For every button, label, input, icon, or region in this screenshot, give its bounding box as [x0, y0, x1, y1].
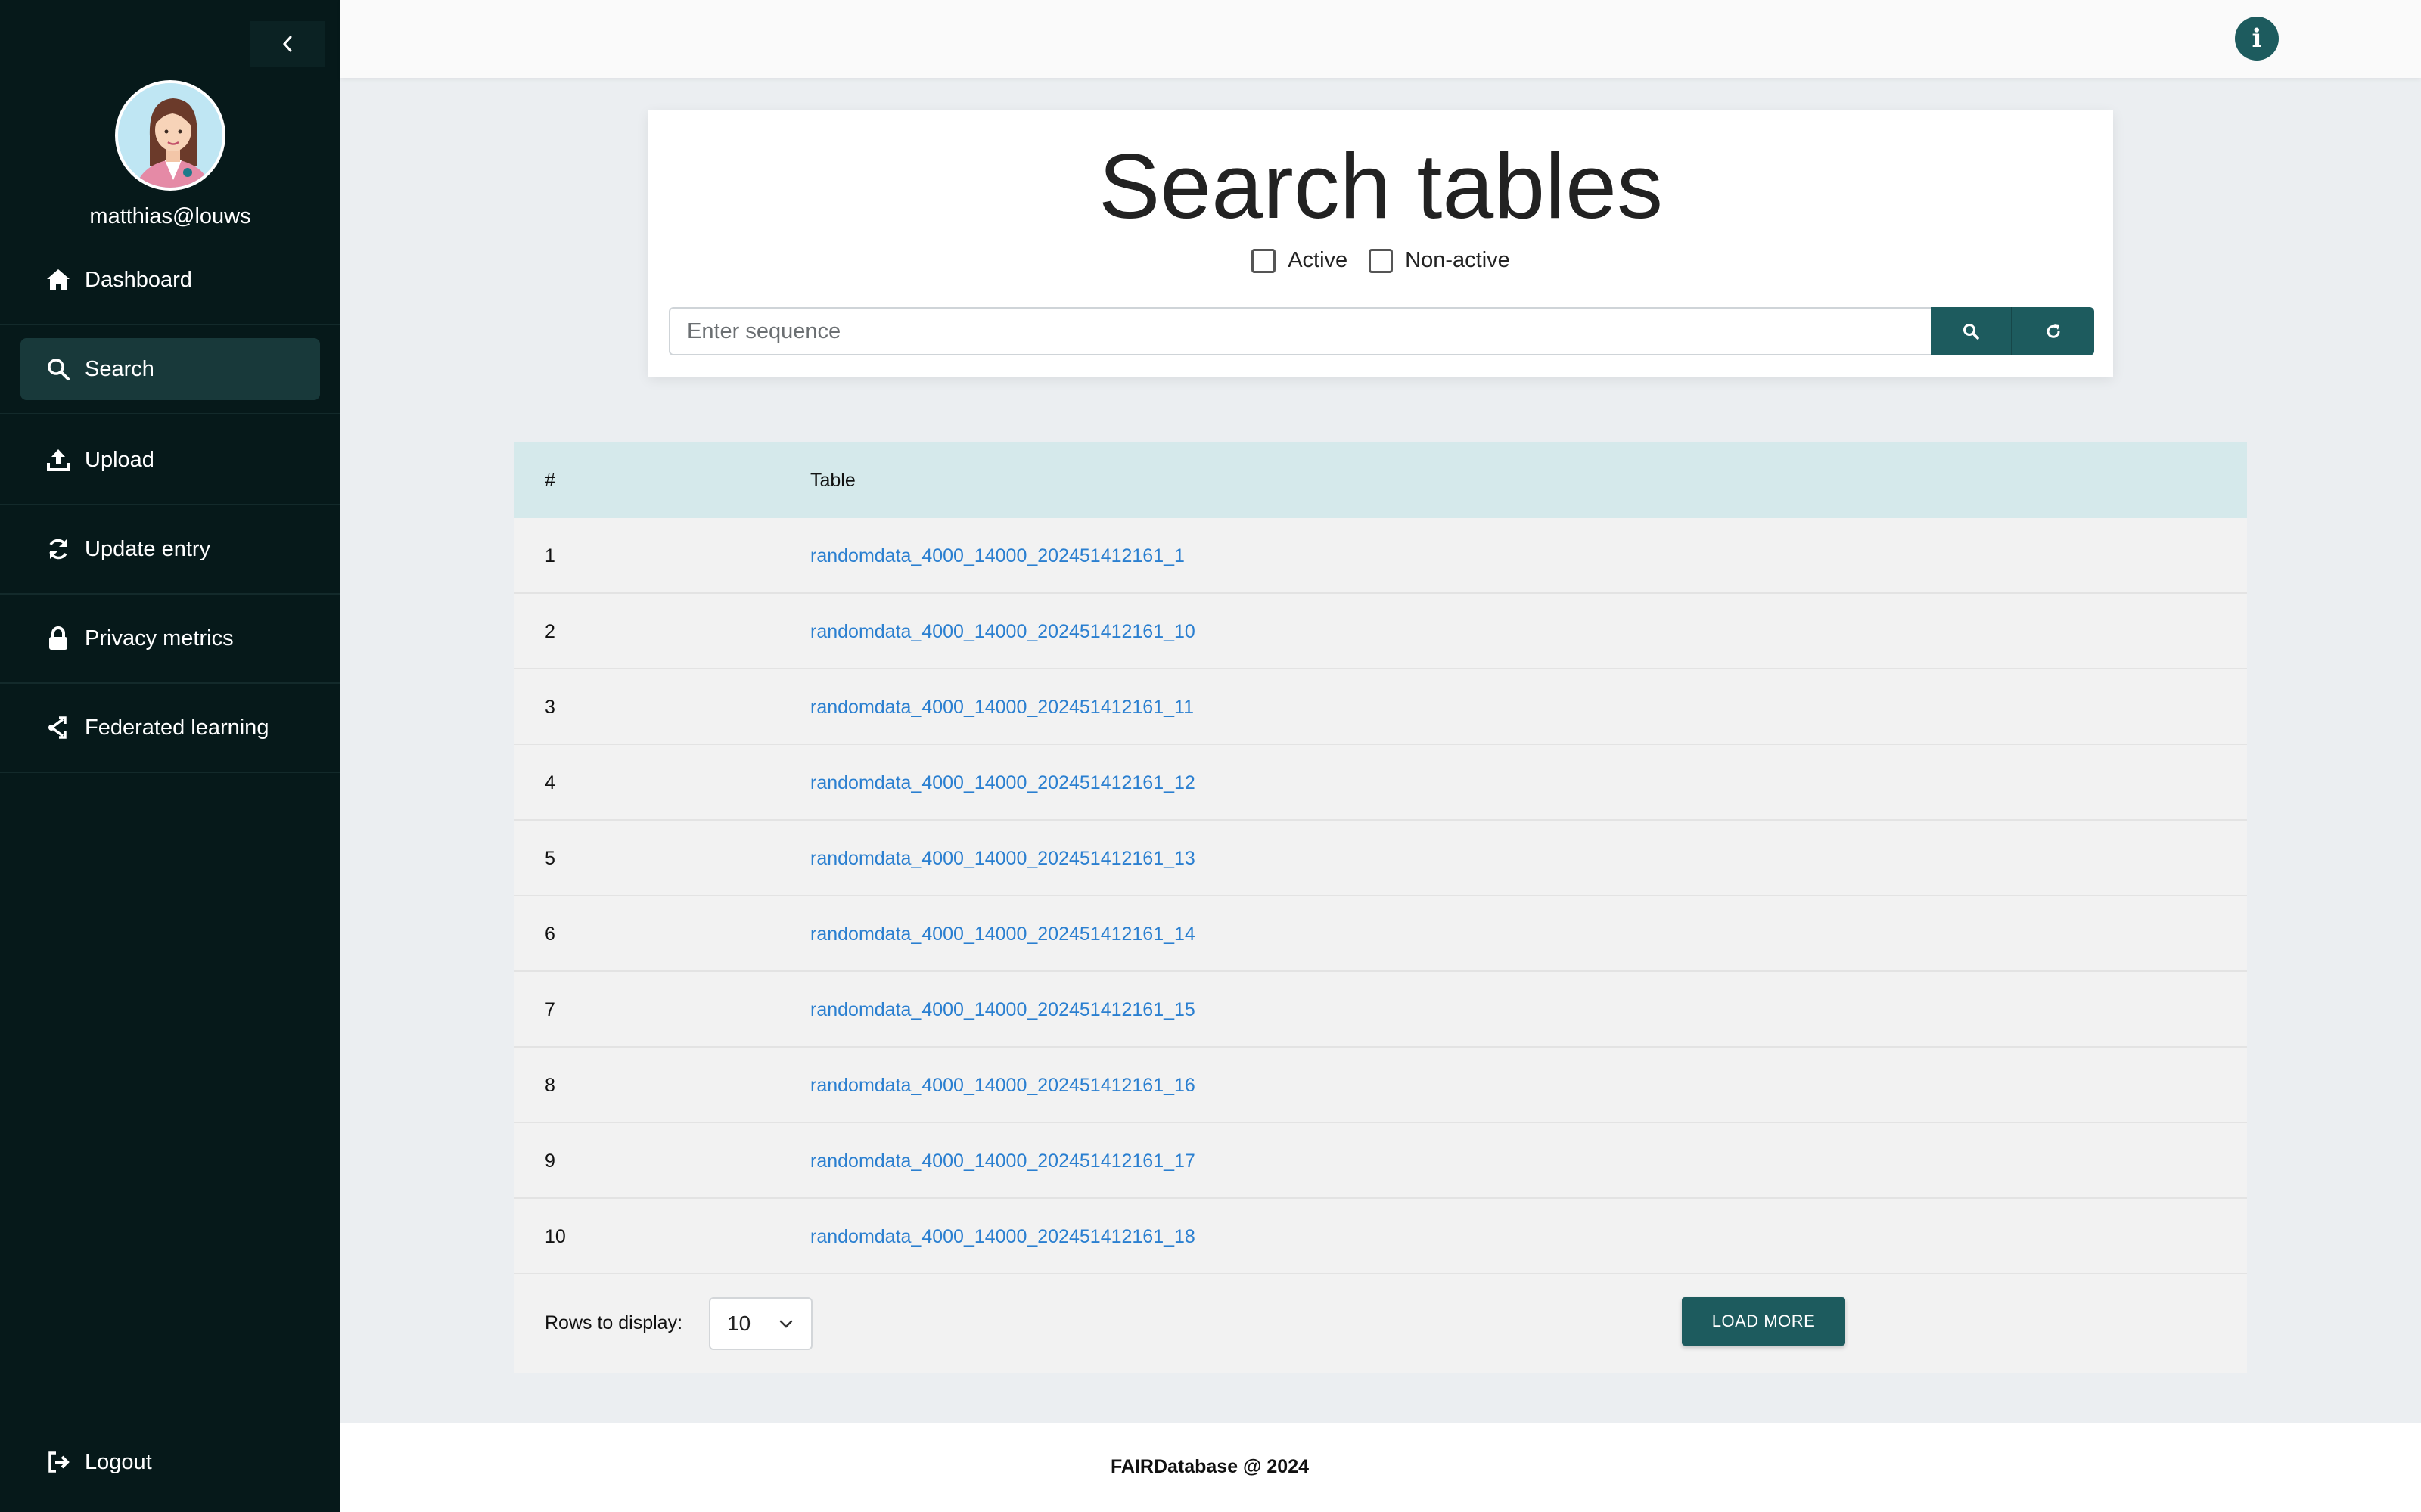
sidebar-item-label: Federated learning	[85, 715, 269, 740]
table-row: 7 randomdata_4000_14000_202451412161_15	[514, 972, 2247, 1048]
table-row: 9 randomdata_4000_14000_202451412161_17	[514, 1123, 2247, 1199]
active-checkbox-label: Active	[1288, 248, 1348, 272]
active-checkbox-box[interactable]	[1251, 248, 1276, 273]
column-header-table: Table	[810, 470, 856, 491]
table-row: 2 randomdata_4000_14000_202451412161_10	[514, 594, 2247, 669]
search-card: Search tables Active Non-active	[648, 110, 2113, 377]
table-header: # Table	[514, 442, 2247, 518]
table-link[interactable]: randomdata_4000_14000_202451412161_15	[810, 999, 1195, 1021]
table-row: 5 randomdata_4000_14000_202451412161_13	[514, 821, 2247, 896]
rows-to-display-value: 10	[727, 1312, 751, 1335]
table-footer: Rows to display: 10 LOAD MORE	[514, 1274, 2247, 1373]
row-number: 7	[545, 999, 555, 1020]
row-number: 4	[545, 772, 555, 793]
sidebar-item-privacy-metrics[interactable]: Privacy metrics	[0, 595, 340, 684]
table-row: 3 randomdata_4000_14000_202451412161_11	[514, 669, 2247, 745]
sidebar-item-federated-learning[interactable]: Federated learning	[0, 684, 340, 773]
page-footer: FAIRDatabase @ 2024	[340, 1423, 2421, 1512]
refresh-icon	[2047, 324, 2060, 338]
active-checkbox[interactable]: Active	[1251, 248, 1347, 273]
nonactive-checkbox[interactable]: Non-active	[1369, 248, 1510, 273]
sidebar-item-label: Dashboard	[85, 267, 192, 292]
row-number: 5	[545, 848, 555, 869]
row-number: 3	[545, 697, 555, 718]
search-icon	[45, 356, 71, 382]
table-link[interactable]: randomdata_4000_14000_202451412161_12	[810, 772, 1195, 794]
table-link[interactable]: randomdata_4000_14000_202451412161_10	[810, 621, 1195, 643]
sidebar-item-update-entry[interactable]: Update entry	[0, 505, 340, 595]
table-link[interactable]: randomdata_4000_14000_202451412161_17	[810, 1150, 1195, 1172]
table-row: 4 randomdata_4000_14000_202451412161_12	[514, 745, 2247, 821]
sidebar-item-dashboard[interactable]: Dashboard	[0, 236, 340, 325]
top-bar	[340, 0, 2421, 78]
row-number: 2	[545, 621, 555, 642]
home-icon	[45, 267, 71, 293]
lock-icon	[45, 626, 71, 651]
search-button[interactable]	[1931, 307, 2012, 355]
reset-button[interactable]	[2012, 307, 2094, 355]
table-link[interactable]: randomdata_4000_14000_202451412161_16	[810, 1075, 1195, 1097]
table-row: 1 randomdata_4000_14000_202451412161_1	[514, 518, 2247, 594]
avatar	[115, 80, 225, 191]
collapse-sidebar-button[interactable]	[250, 21, 325, 67]
column-header-number: #	[545, 470, 555, 491]
sidebar-item-label: Update entry	[85, 536, 211, 561]
row-number: 9	[545, 1150, 555, 1172]
chevron-down-icon	[779, 1320, 793, 1328]
tables-list: # Table 1 randomdata_4000_14000_20245141…	[514, 442, 2247, 1373]
table-row: 10 randomdata_4000_14000_202451412161_18	[514, 1199, 2247, 1274]
row-number: 8	[545, 1075, 555, 1096]
table-link[interactable]: randomdata_4000_14000_202451412161_13	[810, 848, 1195, 870]
search-icon	[1963, 324, 1979, 340]
row-number: 10	[545, 1226, 566, 1247]
filter-row: Active Non-active	[648, 248, 2113, 273]
table-link[interactable]: randomdata_4000_14000_202451412161_14	[810, 924, 1195, 945]
chevron-left-icon	[282, 36, 292, 52]
table-row: 6 randomdata_4000_14000_202451412161_14	[514, 896, 2247, 972]
rows-to-display-select[interactable]: 10	[709, 1297, 813, 1350]
sidebar-item-label: Upload	[85, 447, 154, 472]
row-number: 1	[545, 545, 555, 567]
table-link[interactable]: randomdata_4000_14000_202451412161_11	[810, 697, 1194, 719]
load-more-button[interactable]: LOAD MORE	[1682, 1297, 1845, 1346]
table-link[interactable]: randomdata_4000_14000_202451412161_18	[810, 1226, 1195, 1248]
search-input[interactable]	[669, 307, 1931, 355]
table-row: 8 randomdata_4000_14000_202451412161_16	[514, 1048, 2247, 1123]
page-title: Search tables	[1099, 135, 1663, 238]
info-icon[interactable]: i	[2235, 17, 2279, 61]
sidebar-item-search[interactable]: Search	[0, 325, 340, 414]
logout-icon	[45, 1449, 71, 1475]
logout-button[interactable]: Logout	[45, 1449, 152, 1475]
nonactive-checkbox-box[interactable]	[1369, 248, 1394, 273]
rows-to-display-label: Rows to display:	[545, 1312, 683, 1333]
logout-label: Logout	[85, 1449, 152, 1474]
federated-icon	[45, 715, 71, 740]
row-number: 6	[545, 924, 555, 945]
nonactive-checkbox-label: Non-active	[1405, 248, 1510, 272]
footer-text: FAIRDatabase @ 2024	[1111, 1456, 1309, 1477]
sidebar-item-upload[interactable]: Upload	[0, 416, 340, 505]
upload-icon	[45, 447, 71, 473]
sidebar-item-label: Privacy metrics	[85, 626, 234, 650]
refresh-icon	[45, 536, 71, 562]
sidebar: matthias@louws Dashboard Search Upload U…	[0, 0, 340, 1512]
table-link[interactable]: randomdata_4000_14000_202451412161_1	[810, 545, 1185, 567]
sidebar-item-label: Search	[85, 356, 154, 381]
username: matthias@louws	[89, 204, 251, 228]
